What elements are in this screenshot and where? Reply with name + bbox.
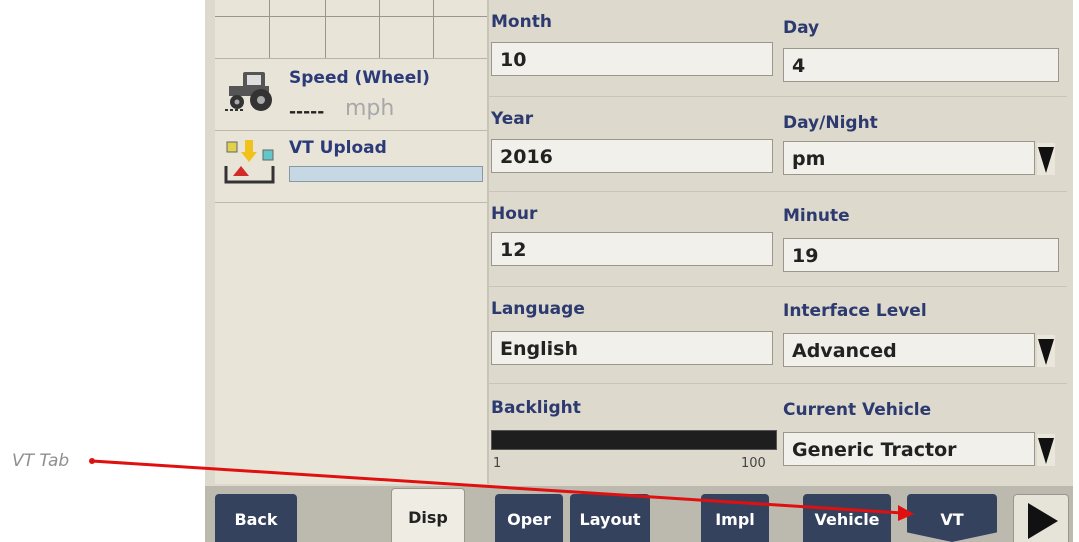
interface-level-select[interactable]: Advanced [783,333,1035,367]
minute-cell: Minute 19 [779,192,1069,286]
current-vehicle-dropdown[interactable] [1037,434,1055,466]
hour-label: Hour [491,204,538,224]
year-label: Year [491,109,534,129]
hour-input[interactable]: 12 [491,232,773,266]
vt-tab-annotation-label: VT Tab [12,451,70,471]
day-input[interactable]: 4 [783,48,1059,82]
language-cell: Language English [487,287,777,383]
mini-grid [215,0,487,59]
current-vehicle-cell: Current Vehicle Generic Tractor [779,384,1069,484]
tab-vehicle[interactable]: Vehicle [803,494,891,542]
backlight-cell: Backlight 1 100 [487,384,777,484]
interface-level-cell: Interface Level Advanced [779,287,1069,383]
language-label: Language [491,299,585,319]
vt-upload-item[interactable]: VT Upload [215,132,487,203]
day-night-label: Day/Night [783,113,878,133]
month-label: Month [491,12,552,32]
speed-value: ----- [289,102,325,122]
tab-layout[interactable]: Layout [570,494,650,542]
current-vehicle-label: Current Vehicle [783,400,932,420]
day-cell: Day 4 [779,0,1069,96]
interface-level-label: Interface Level [783,301,927,321]
triangle-down-icon [1038,438,1054,464]
day-label: Day [783,18,820,38]
backlight-slider[interactable] [491,430,777,450]
day-night-cell: Day/Night pm [779,97,1069,191]
backlight-min: 1 [493,456,502,471]
speed-unit: mph [345,96,395,121]
next-tabs-button[interactable] [1013,494,1069,542]
back-button[interactable]: Back [215,494,297,542]
minute-label: Minute [783,206,850,226]
triangle-down-icon [1038,339,1054,365]
speed-title: Speed (Wheel) [289,68,430,88]
day-night-select[interactable]: pm [783,141,1035,175]
language-select[interactable]: English [491,331,773,365]
month-input[interactable]: 10 [491,42,773,76]
day-night-dropdown[interactable] [1037,143,1055,175]
backlight-max: 100 [741,456,766,471]
tab-impl[interactable]: Impl [701,494,769,542]
tractor-icon [225,72,272,111]
tab-vt[interactable]: VT [907,494,997,542]
vt-upload-progress [289,166,483,182]
left-status-panel: Speed (Wheel) ----- mph VT Upload [215,0,489,484]
tab-disp[interactable]: Disp [391,488,465,542]
display-settings: Month 10 Day 4 Year 2016 Day/Night pm Ho… [487,0,1067,484]
current-vehicle-select[interactable]: Generic Tractor [783,432,1035,466]
year-input[interactable]: 2016 [491,139,773,173]
speed-wheel-item[interactable]: Speed (Wheel) ----- mph [215,60,487,131]
year-cell: Year 2016 [487,97,777,191]
vt-upload-title: VT Upload [289,138,387,158]
month-cell: Month 10 [487,0,777,96]
tab-bar: Back Disp Oper Layout Impl Vehicle VT [205,486,1073,542]
terminal-screen: Speed (Wheel) ----- mph VT Upload Month … [205,0,1073,542]
minute-input[interactable]: 19 [783,238,1059,272]
backlight-label: Backlight [491,398,581,418]
hour-cell: Hour 12 [487,192,777,286]
vt-upload-icon [224,140,275,184]
interface-level-dropdown[interactable] [1037,335,1055,367]
triangle-down-icon [1038,147,1054,173]
tab-oper[interactable]: Oper [495,494,563,542]
triangle-right-icon [1028,503,1058,539]
